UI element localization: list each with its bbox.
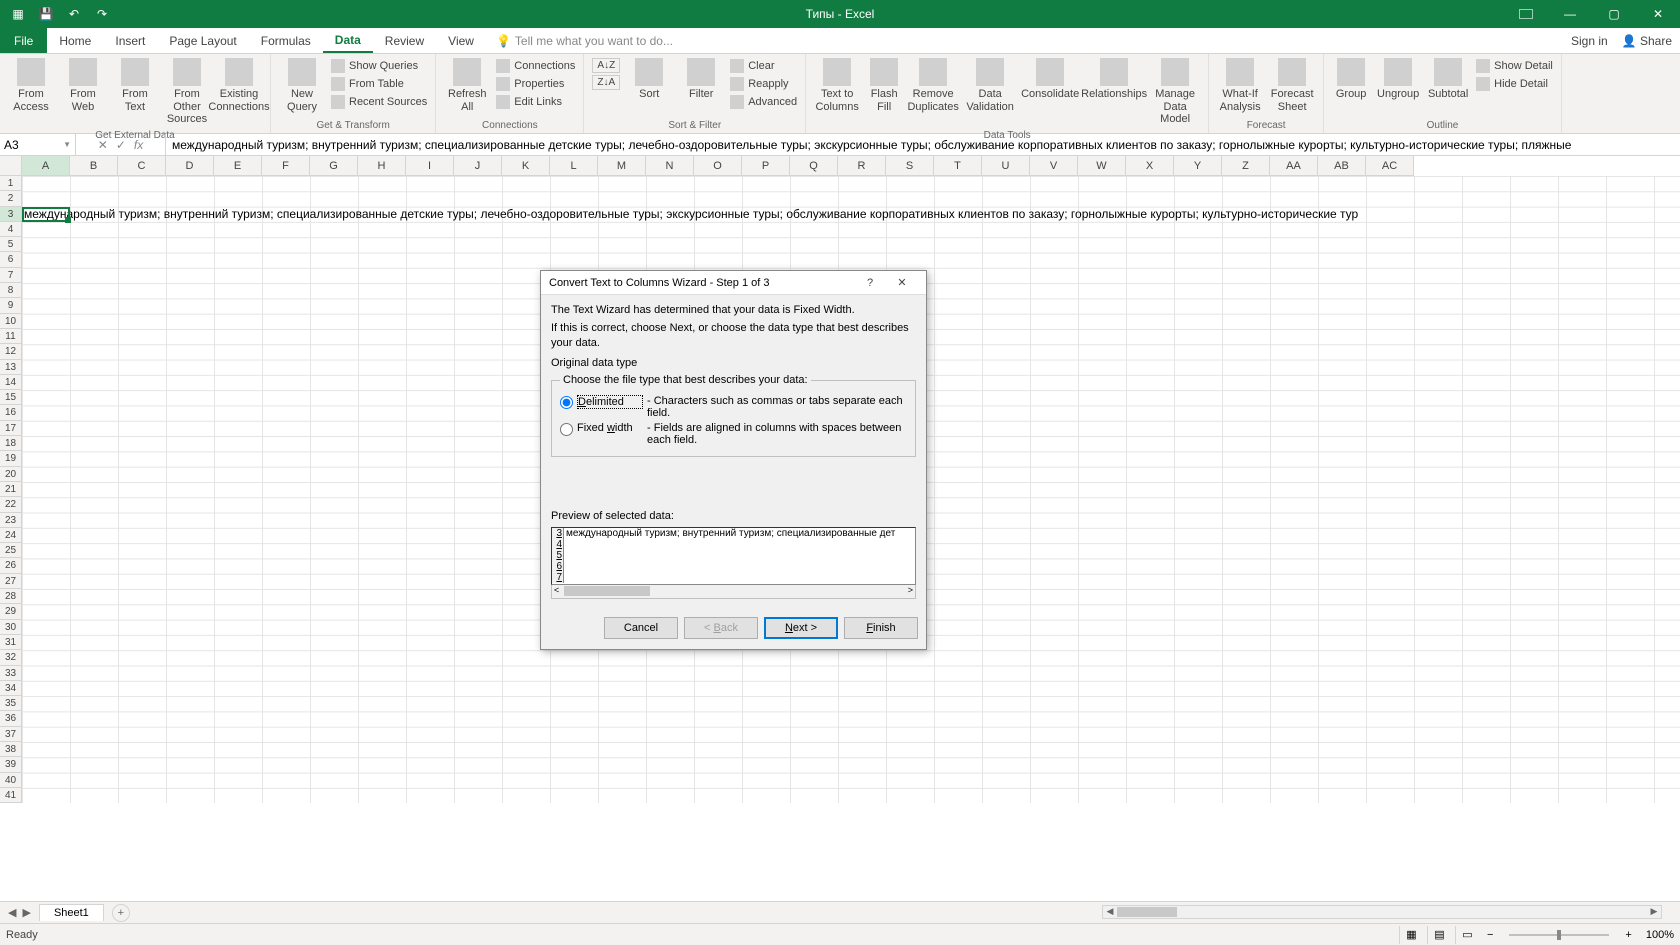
- fixed-width-description: - Fields are aligned in columns with spa…: [647, 422, 907, 446]
- dialog-title: Convert Text to Columns Wizard - Step 1 …: [549, 277, 854, 289]
- preview-row-num: 4: [552, 539, 564, 550]
- data-type-fieldset: Choose the file type that best describes…: [551, 374, 916, 457]
- dialog-close-button[interactable]: ✕: [886, 276, 918, 289]
- scroll-right-icon[interactable]: >: [906, 585, 915, 598]
- wizard-intro-line1: The Text Wizard has determined that your…: [551, 303, 916, 317]
- delimited-label[interactable]: Delimited: [577, 395, 643, 409]
- modal-overlay: Convert Text to Columns Wizard - Step 1 …: [0, 0, 1680, 945]
- preview-row-num: 6: [552, 561, 564, 572]
- fixed-width-radio[interactable]: [560, 423, 573, 436]
- back-button: < Back: [684, 617, 758, 639]
- original-data-type-label: Original data type: [551, 356, 916, 370]
- finish-button[interactable]: Finish: [844, 617, 918, 639]
- scrollbar-thumb[interactable]: [564, 586, 650, 596]
- cancel-button[interactable]: Cancel: [604, 617, 678, 639]
- data-preview-panel: 3международный туризм; внутренний туризм…: [551, 527, 916, 585]
- text-to-columns-wizard-dialog: Convert Text to Columns Wizard - Step 1 …: [540, 270, 927, 650]
- fixed-width-label[interactable]: Fixed width: [577, 422, 643, 434]
- choose-file-type-label: Choose the file type that best describes…: [560, 374, 811, 386]
- dialog-help-button[interactable]: ?: [854, 277, 886, 289]
- wizard-intro-line2: If this is correct, choose Next, or choo…: [551, 321, 916, 350]
- scroll-left-icon[interactable]: <: [552, 585, 561, 598]
- preview-row-num: 5: [552, 550, 564, 561]
- preview-horizontal-scrollbar[interactable]: < >: [551, 585, 916, 599]
- delimited-description: - Characters such as commas or tabs sepa…: [647, 395, 907, 419]
- preview-row-num: 3: [552, 528, 564, 539]
- preview-row-text: международный туризм; внутренний туризм;…: [564, 528, 895, 539]
- preview-label: Preview of selected data:: [551, 509, 916, 523]
- delimited-radio[interactable]: [560, 396, 573, 409]
- dialog-titlebar[interactable]: Convert Text to Columns Wizard - Step 1 …: [541, 271, 926, 295]
- preview-row-num: 7: [552, 572, 564, 583]
- next-button[interactable]: Next >: [764, 617, 838, 639]
